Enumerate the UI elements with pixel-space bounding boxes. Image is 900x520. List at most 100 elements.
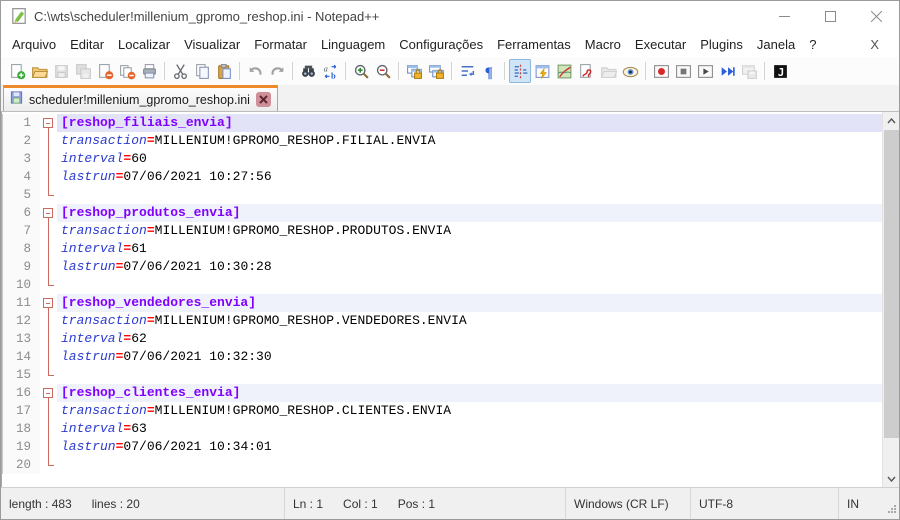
line-text[interactable] — [57, 186, 882, 204]
menu-item-ferramentas[interactable]: Ferramentas — [490, 34, 578, 55]
editor-line-19[interactable]: 19 lastrun=07/06/2021 10:34:01 — [2, 438, 882, 456]
maximize-icon[interactable] — [807, 1, 853, 31]
menu-item-visualizar[interactable]: Visualizar — [177, 34, 247, 55]
line-text[interactable] — [57, 366, 882, 384]
menu-item-janela[interactable]: Janela — [750, 34, 802, 55]
line-text[interactable]: [reshop_clientes_envia] — [57, 384, 882, 402]
show-all-characters-button[interactable]: ¶ — [478, 59, 500, 83]
line-text[interactable]: lastrun=07/06/2021 10:32:30 — [57, 348, 882, 366]
run-macro-multiple-times-button[interactable] — [716, 59, 738, 83]
menu-item-executar[interactable]: Executar — [628, 34, 693, 55]
editor-line-13[interactable]: 13 interval=62 — [2, 330, 882, 348]
editor-line-3[interactable]: 3 interval=60 — [2, 150, 882, 168]
editor-line-7[interactable]: 7 transaction=MILLENIUM!GPROMO_RESHOP.PRO… — [2, 222, 882, 240]
editor-line-17[interactable]: 17 transaction=MILLENIUM!GPROMO_RESHOP.CL… — [2, 402, 882, 420]
stop-macro-button[interactable] — [672, 59, 694, 83]
menu-item-localizar[interactable]: Localizar — [111, 34, 177, 55]
scroll-up-icon[interactable] — [883, 112, 899, 129]
editor-line-4[interactable]: 4 lastrun=07/06/2021 10:27:56 — [2, 168, 882, 186]
line-text[interactable]: [reshop_filiais_envia] — [57, 114, 882, 132]
line-text[interactable]: lastrun=07/06/2021 10:34:01 — [57, 438, 882, 456]
line-text[interactable]: lastrun=07/06/2021 10:30:28 — [57, 258, 882, 276]
menu-item-configuraes[interactable]: Configurações — [392, 34, 490, 55]
document-map-button[interactable] — [553, 59, 575, 83]
fold-collapse-icon[interactable] — [43, 298, 53, 308]
line-text[interactable]: interval=61 — [57, 240, 882, 258]
menu-item-editar[interactable]: Editar — [63, 34, 111, 55]
function-completion-button[interactable] — [531, 59, 553, 83]
zoom-out-button[interactable] — [372, 59, 394, 83]
editor-line-2[interactable]: 2 transaction=MILLENIUM!GPROMO_RESHOP.FIL… — [2, 132, 882, 150]
menubar-close-icon[interactable]: X — [864, 35, 885, 54]
menu-item-formatar[interactable]: Formatar — [247, 34, 314, 55]
menu-item-plugins[interactable]: Plugins — [693, 34, 750, 55]
open-file-button[interactable] — [28, 59, 50, 83]
fold-collapse-icon[interactable] — [43, 118, 53, 128]
fold-collapse-icon[interactable] — [43, 388, 53, 398]
menu-item-arquivo[interactable]: Arquivo — [5, 34, 63, 55]
word-wrap-button[interactable] — [456, 59, 478, 83]
menu-item-linguagem[interactable]: Linguagem — [314, 34, 392, 55]
new-file-button[interactable] — [6, 59, 28, 83]
scroll-down-icon[interactable] — [883, 470, 899, 487]
menu-item-macro[interactable]: Macro — [578, 34, 628, 55]
line-text[interactable]: [reshop_produtos_envia] — [57, 204, 882, 222]
line-text[interactable] — [57, 276, 882, 294]
editor-line-8[interactable]: 8 interval=61 — [2, 240, 882, 258]
line-text[interactable]: lastrun=07/06/2021 10:27:56 — [57, 168, 882, 186]
record-macro-button[interactable] — [650, 59, 672, 83]
close-icon[interactable] — [853, 1, 899, 31]
editor-line-15[interactable]: 15 — [2, 366, 882, 384]
show-indent-guide-button[interactable] — [509, 59, 531, 83]
close-file-button[interactable] — [94, 59, 116, 83]
minimize-icon[interactable] — [761, 1, 807, 31]
plugin-j-button[interactable]: J — [769, 59, 791, 83]
sync-horizontal-scroll-button[interactable] — [425, 59, 447, 83]
editor-line-11[interactable]: 11 [reshop_vendedores_envia] — [2, 294, 882, 312]
fold-margin[interactable] — [40, 384, 57, 402]
user-defined-dialog-button[interactable] — [575, 59, 597, 83]
fold-margin[interactable] — [40, 294, 57, 312]
resize-grip[interactable] — [887, 503, 897, 517]
editor-line-18[interactable]: 18 interval=63 — [2, 420, 882, 438]
line-text[interactable]: [reshop_vendedores_envia] — [57, 294, 882, 312]
find-button[interactable] — [297, 59, 319, 83]
editor-line-14[interactable]: 14 lastrun=07/06/2021 10:32:30 — [2, 348, 882, 366]
tab-scheduler-ini[interactable]: scheduler!millenium_gpromo_reshop.ini — [3, 85, 278, 111]
close-all-button[interactable] — [116, 59, 138, 83]
editor-line-9[interactable]: 9 lastrun=07/06/2021 10:30:28 — [2, 258, 882, 276]
line-text[interactable]: interval=60 — [57, 150, 882, 168]
fold-margin[interactable] — [40, 114, 57, 132]
line-text[interactable]: transaction=MILLENIUM!GPROMO_RESHOP.VEND… — [57, 312, 882, 330]
editor-line-10[interactable]: 10 — [2, 276, 882, 294]
scrollbar-thumb[interactable] — [884, 130, 899, 438]
line-text[interactable] — [57, 456, 882, 474]
paste-button[interactable] — [213, 59, 235, 83]
zoom-in-button[interactable] — [350, 59, 372, 83]
tab-close-icon[interactable] — [255, 92, 271, 107]
editor-line-1[interactable]: 1 [reshop_filiais_envia] — [2, 114, 882, 132]
editor-line-12[interactable]: 12 transaction=MILLENIUM!GPROMO_RESHOP.VE… — [2, 312, 882, 330]
cut-button[interactable] — [169, 59, 191, 83]
file-monitoring-button[interactable] — [619, 59, 641, 83]
fold-collapse-icon[interactable] — [43, 208, 53, 218]
print-button[interactable] — [138, 59, 160, 83]
play-macro-button[interactable] — [694, 59, 716, 83]
replace-button[interactable]: ab — [319, 59, 341, 83]
line-text[interactable]: transaction=MILLENIUM!GPROMO_RESHOP.CLIE… — [57, 402, 882, 420]
fold-margin[interactable] — [40, 204, 57, 222]
editor-line-16[interactable]: 16 [reshop_clientes_envia] — [2, 384, 882, 402]
redo-button[interactable] — [266, 59, 288, 83]
line-text[interactable]: interval=62 — [57, 330, 882, 348]
line-text[interactable]: transaction=MILLENIUM!GPROMO_RESHOP.PROD… — [57, 222, 882, 240]
editor-line-6[interactable]: 6 [reshop_produtos_envia] — [2, 204, 882, 222]
editor-line-20[interactable]: 20 — [2, 456, 882, 474]
line-text[interactable]: interval=63 — [57, 420, 882, 438]
sync-vertical-scroll-button[interactable] — [403, 59, 425, 83]
vertical-scrollbar[interactable] — [882, 112, 899, 487]
undo-button[interactable] — [244, 59, 266, 83]
menu-item-?[interactable]: ? — [802, 34, 823, 55]
line-text[interactable]: transaction=MILLENIUM!GPROMO_RESHOP.FILI… — [57, 132, 882, 150]
copy-button[interactable] — [191, 59, 213, 83]
text-editor[interactable]: 1 [reshop_filiais_envia] 2 transaction=MILL… — [2, 112, 882, 487]
